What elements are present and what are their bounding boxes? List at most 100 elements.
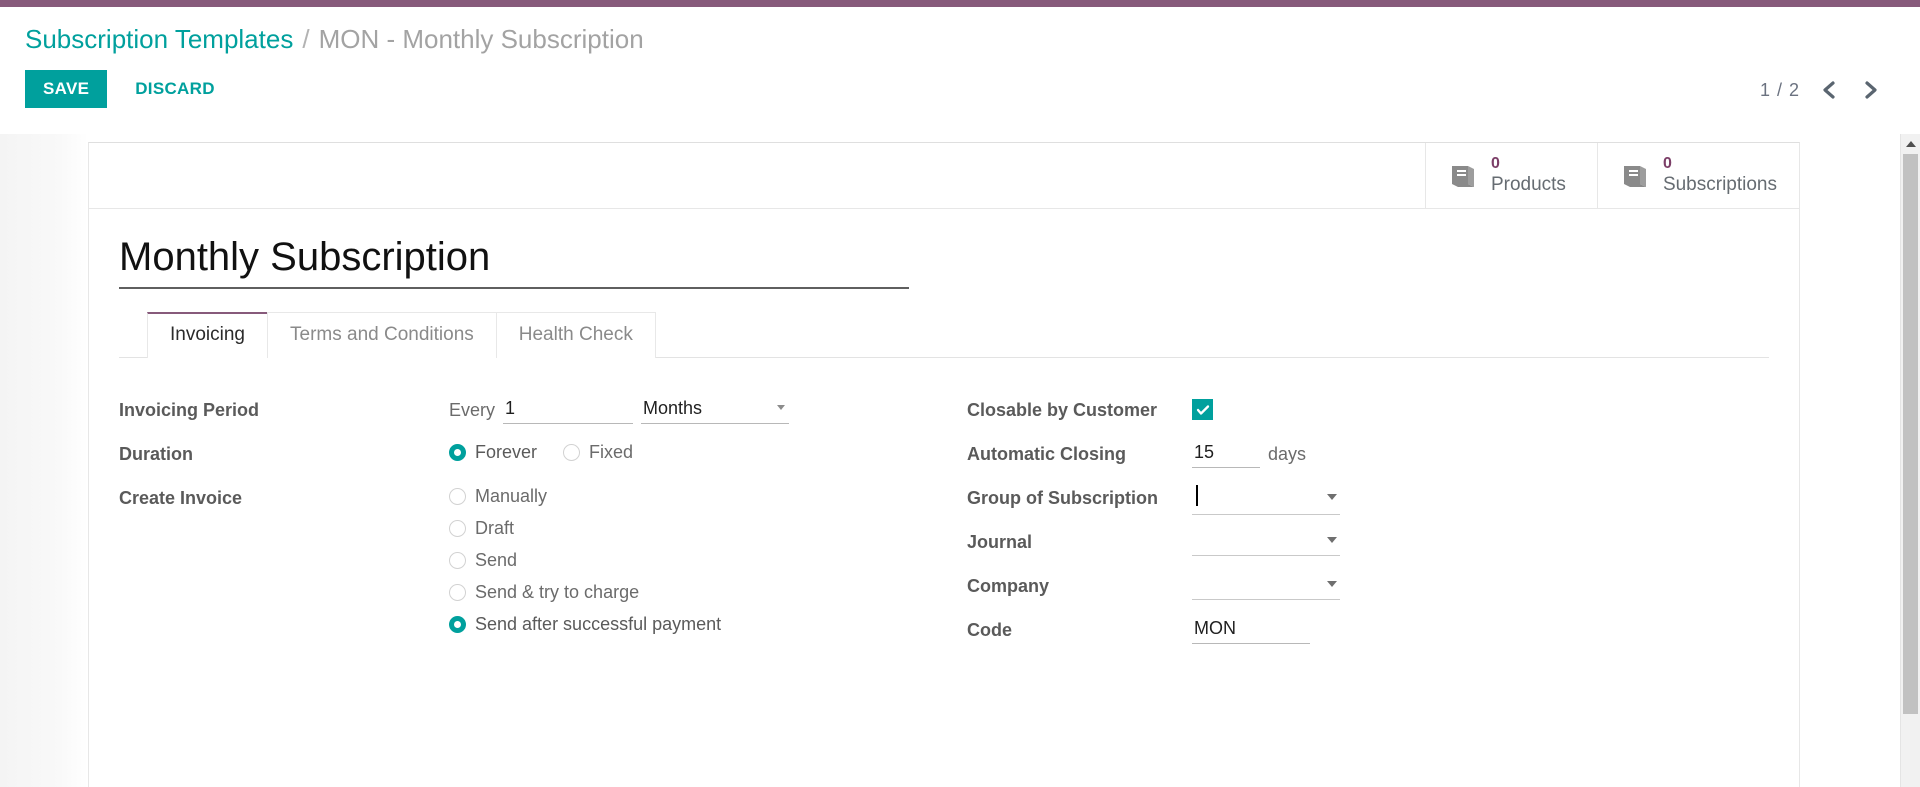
stat-value: 0 — [1490, 155, 1500, 173]
discard-button[interactable]: DISCARD — [119, 70, 231, 108]
stat-button-products[interactable]: 0 Products — [1424, 143, 1597, 208]
book-icon — [1448, 163, 1478, 189]
create-invoice-radio-group: Manually Draft Send Send & try to charge… — [449, 482, 721, 635]
automatic-closing-suffix-label: days — [1268, 444, 1307, 464]
chevron-down-icon — [777, 405, 786, 410]
every-prefix-label: Every — [449, 400, 496, 420]
company-value — [1192, 582, 1327, 588]
duration-option-label: Fixed — [589, 442, 634, 462]
field-company: Company — [967, 570, 1739, 606]
stat-label: Products — [1490, 173, 1566, 195]
notebook-tabs: Invoicing Terms and Conditions Health Ch… — [119, 311, 1769, 359]
field-label-create-invoice: Create Invoice — [119, 488, 243, 508]
field-journal: Journal — [967, 526, 1739, 562]
book-icon — [1620, 163, 1650, 189]
journal-value — [1192, 538, 1327, 544]
stat-button-subscriptions[interactable]: 0 Subscriptions — [1596, 143, 1799, 208]
chevron-left-icon — [1820, 79, 1838, 101]
create-invoice-option-label: Manually — [475, 486, 548, 506]
field-closable-by-customer: Closable by Customer — [967, 394, 1739, 430]
field-label-group-of-subscription: Group of Subscription — [967, 488, 1158, 508]
invoicing-tab-panel: Invoicing Period Every Months Duration — [119, 358, 1769, 698]
journal-input[interactable] — [1192, 526, 1340, 556]
create-invoice-option-label: Draft — [475, 518, 515, 538]
field-group-of-subscription: Group of Subscription — [967, 482, 1739, 518]
create-invoice-option-label: Send after successful payment — [475, 614, 722, 634]
record-actions: SAVE DISCARD — [0, 54, 1920, 108]
content-area: 0 Products 0 Subscriptions Monthly Subsc… — [0, 134, 1920, 787]
breadcrumb-parent-link[interactable]: Subscription Templates — [25, 25, 293, 54]
breadcrumb-current-record: MON - Monthly Subscription — [318, 24, 644, 54]
tab-health-check[interactable]: Health Check — [495, 312, 656, 358]
text-cursor — [1196, 485, 1198, 506]
field-label-company: Company — [967, 576, 1050, 596]
create-invoice-option-send-after-payment[interactable]: Send after successful payment — [449, 614, 721, 635]
company-input[interactable] — [1192, 570, 1340, 600]
create-invoice-option-send[interactable]: Send — [449, 550, 721, 571]
brand-bar — [0, 0, 1920, 7]
scrollbar-up-button[interactable] — [1901, 134, 1920, 154]
field-label-code: Code — [967, 620, 1012, 640]
title-wrapper: Monthly Subscription — [119, 233, 909, 289]
duration-option-fixed[interactable]: Fixed — [563, 442, 633, 463]
radio-dot-icon — [449, 444, 466, 461]
field-label-invoicing-period: Invoicing Period — [119, 400, 260, 420]
tab-invoicing[interactable]: Invoicing — [147, 312, 268, 359]
field-automatic-closing: Automatic Closing days — [967, 438, 1739, 474]
duration-radio-group: Forever Fixed — [449, 438, 633, 463]
scrollbar-thumb[interactable] — [1903, 154, 1918, 714]
form-column-right: Closable by Customer Automatic Closing 1… — [929, 394, 1739, 658]
field-label-closable-by-customer: Closable by Customer — [967, 400, 1158, 420]
stat-value: 0 — [1662, 155, 1672, 173]
radio-dot-icon — [449, 520, 466, 537]
invoicing-period-interval-input[interactable] — [503, 394, 634, 424]
page-title[interactable]: Monthly Subscription — [119, 233, 909, 289]
check-icon — [1196, 404, 1210, 416]
field-invoicing-period: Invoicing Period Every Months — [119, 394, 929, 430]
chevron-down-icon — [1327, 494, 1337, 500]
field-create-invoice: Create Invoice Manually Draft Send Send … — [119, 482, 929, 635]
field-duration: Duration Forever Fixed — [119, 438, 929, 474]
invoicing-period-unit-value: Months — [643, 398, 703, 418]
stat-button-box: 0 Products 0 Subscriptions — [89, 143, 1799, 209]
automatic-closing-input[interactable] — [1192, 438, 1260, 468]
breadcrumb: Subscription Templates / MON - Monthly S… — [0, 7, 1920, 54]
breadcrumb-separator: / — [302, 24, 310, 54]
group-of-subscription-value — [1192, 482, 1327, 514]
radio-dot-icon — [449, 552, 466, 569]
create-invoice-option-label: Send & try to charge — [475, 582, 640, 602]
duration-option-label: Forever — [475, 442, 538, 462]
control-panel: Subscription Templates / MON - Monthly S… — [0, 7, 1920, 134]
form-column-left: Invoicing Period Every Months Duration — [119, 394, 929, 658]
create-invoice-option-send-and-charge[interactable]: Send & try to charge — [449, 582, 721, 603]
radio-dot-icon — [449, 616, 466, 633]
stat-label: Subscriptions — [1662, 173, 1777, 195]
vertical-scrollbar[interactable] — [1900, 134, 1920, 787]
tab-terms-and-conditions[interactable]: Terms and Conditions — [267, 312, 497, 358]
field-label-automatic-closing: Automatic Closing — [967, 444, 1127, 464]
chevron-right-icon — [1862, 79, 1880, 101]
group-of-subscription-input[interactable] — [1192, 482, 1340, 515]
invoicing-period-unit-select[interactable]: Months — [641, 394, 790, 424]
chevron-down-icon — [1327, 580, 1337, 587]
chevron-down-icon — [1327, 536, 1337, 543]
pager-next-button[interactable] — [1858, 79, 1884, 101]
save-button[interactable]: SAVE — [25, 69, 108, 108]
create-invoice-option-label: Send — [475, 550, 518, 570]
field-code: Code — [967, 614, 1739, 650]
field-label-duration: Duration — [119, 444, 193, 464]
radio-dot-icon — [449, 488, 466, 505]
radio-dot-icon — [563, 444, 581, 461]
create-invoice-option-draft[interactable]: Draft — [449, 518, 721, 539]
duration-option-forever[interactable]: Forever — [449, 442, 537, 463]
code-input[interactable] — [1192, 614, 1310, 644]
radio-dot-icon — [449, 584, 466, 601]
create-invoice-option-manually[interactable]: Manually — [449, 486, 721, 507]
pager-count: 1 / 2 — [1759, 79, 1800, 100]
field-label-journal: Journal — [967, 532, 1033, 552]
pager-previous-button[interactable] — [1816, 79, 1842, 101]
record-pager: 1 / 2 — [1760, 79, 1884, 101]
triangle-up-icon — [1905, 141, 1916, 147]
closable-by-customer-checkbox[interactable] — [1192, 399, 1213, 420]
form-sheet: 0 Products 0 Subscriptions Monthly Subsc… — [88, 142, 1800, 787]
